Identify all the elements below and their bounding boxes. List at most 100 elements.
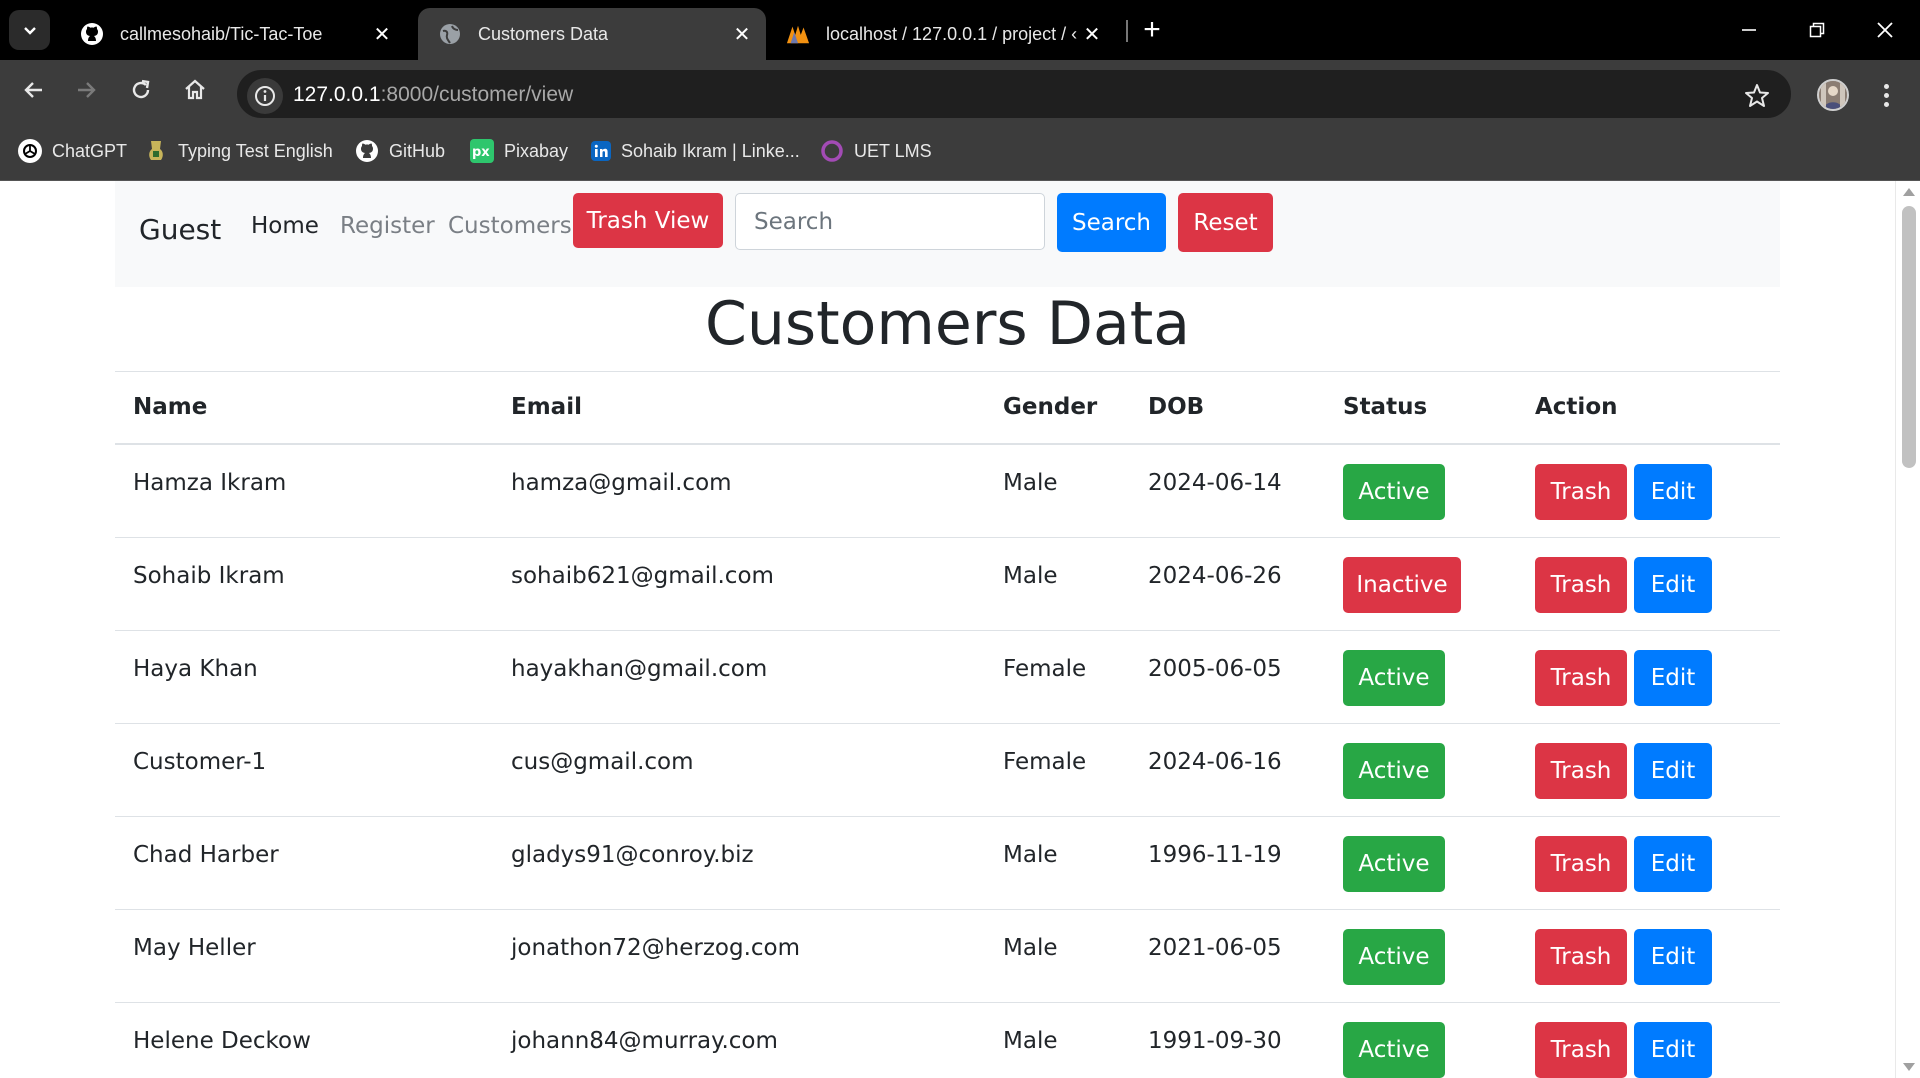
tab-github[interactable]: callmesohaib/Tic-Tac-Toe ✕ bbox=[60, 8, 406, 60]
browser-menu-button[interactable] bbox=[1874, 78, 1898, 112]
search-button[interactable]: Search bbox=[1057, 193, 1166, 252]
bookmark-label: Pixabay bbox=[504, 140, 569, 161]
trash-button[interactable]: Trash bbox=[1535, 836, 1627, 892]
cell-dob: 1996-11-19 bbox=[1148, 842, 1282, 868]
home-icon bbox=[185, 79, 205, 100]
bookmark-pixabay[interactable]: px Pixabay bbox=[470, 136, 568, 166]
scroll-down-arrow-icon[interactable] bbox=[1903, 1063, 1915, 1071]
cell-email: sohaib621@gmail.com bbox=[511, 563, 774, 589]
address-bar[interactable]: 127.0.0.1:8000/customer/view bbox=[235, 68, 1793, 120]
cell-gender: Male bbox=[1003, 935, 1058, 961]
restore-button[interactable] bbox=[1783, 0, 1851, 60]
bookmark-star-icon[interactable] bbox=[1743, 82, 1771, 110]
edit-button[interactable]: Edit bbox=[1634, 929, 1712, 985]
cell-gender: Male bbox=[1003, 1028, 1058, 1054]
status-toggle-button[interactable]: Active bbox=[1343, 464, 1445, 520]
nav-customers-link[interactable]: Customers bbox=[448, 213, 572, 239]
tab-search-button[interactable] bbox=[9, 10, 50, 50]
trash-button[interactable]: Trash bbox=[1535, 557, 1627, 613]
trash-button[interactable]: Trash bbox=[1535, 464, 1627, 520]
site-navbar: Guest Home Register Customers Trash View… bbox=[115, 181, 1780, 287]
bookmark-linkedin[interactable]: Sohaib Ikram | Linke... bbox=[591, 136, 800, 166]
cell-dob: 2024-06-26 bbox=[1148, 563, 1282, 589]
column-header-action: Action bbox=[1535, 394, 1618, 420]
status-toggle-button[interactable]: Active bbox=[1343, 650, 1445, 706]
close-window-button[interactable] bbox=[1851, 0, 1919, 60]
tab-phpmyadmin[interactable]: localhost / 127.0.0.1 / project / ‹ ✕ bbox=[766, 8, 1116, 60]
edit-button[interactable]: Edit bbox=[1634, 557, 1712, 613]
status-toggle-button[interactable]: Active bbox=[1343, 929, 1445, 985]
cell-name: Sohaib Ikram bbox=[133, 563, 285, 589]
status-toggle-button[interactable]: Active bbox=[1343, 836, 1445, 892]
cell-email: gladys91@conroy.biz bbox=[511, 842, 754, 868]
cell-gender: Male bbox=[1003, 842, 1058, 868]
nav-home-link[interactable]: Home bbox=[251, 213, 319, 239]
new-tab-button[interactable]: + bbox=[1136, 12, 1168, 48]
page-title: Customers Data bbox=[704, 289, 1191, 359]
back-arrow-icon bbox=[24, 82, 42, 98]
bookmark-typing-test[interactable]: Typing Test English bbox=[144, 136, 333, 166]
column-header-gender: Gender bbox=[1003, 394, 1098, 420]
edit-button[interactable]: Edit bbox=[1634, 650, 1712, 706]
cell-dob: 2005-06-05 bbox=[1148, 656, 1282, 682]
forward-button[interactable] bbox=[64, 68, 108, 112]
trash-button[interactable]: Trash bbox=[1535, 929, 1627, 985]
status-toggle-button[interactable]: Inactive bbox=[1343, 557, 1461, 613]
profile-avatar[interactable] bbox=[1817, 79, 1849, 111]
edit-button[interactable]: Edit bbox=[1634, 743, 1712, 799]
bookmark-label: UET LMS bbox=[854, 140, 932, 161]
site-info-icon[interactable] bbox=[247, 78, 283, 114]
bookmark-uet-lms[interactable]: UET LMS bbox=[820, 136, 932, 166]
cell-name: May Heller bbox=[133, 935, 256, 961]
reload-icon bbox=[132, 79, 150, 99]
column-header-email: Email bbox=[511, 394, 582, 420]
status-toggle-button[interactable]: Active bbox=[1343, 1022, 1445, 1078]
edit-button[interactable]: Edit bbox=[1634, 836, 1712, 892]
nav-register-link[interactable]: Register bbox=[340, 213, 435, 239]
status-toggle-button[interactable]: Active bbox=[1343, 743, 1445, 799]
table-body: Hamza Ikram hamza@gmail.com Male 2024-06-14… bbox=[115, 445, 1780, 1078]
tab-strip: callmesohaib/Tic-Tac-Toe ✕ Customers Dat… bbox=[0, 0, 1920, 60]
github-icon bbox=[80, 22, 104, 46]
reload-button[interactable] bbox=[119, 68, 163, 112]
scroll-up-arrow-icon[interactable] bbox=[1903, 188, 1915, 196]
home-button[interactable] bbox=[173, 68, 217, 112]
close-icon[interactable]: ✕ bbox=[1078, 20, 1106, 48]
page-scrollbar[interactable] bbox=[1895, 181, 1920, 1078]
edit-button[interactable]: Edit bbox=[1634, 464, 1712, 520]
navbar-brand[interactable]: Guest bbox=[139, 213, 221, 246]
trash-button[interactable]: Trash bbox=[1535, 743, 1627, 799]
tab-title: localhost / 127.0.0.1 / project / ‹ bbox=[826, 23, 1078, 44]
search-input[interactable] bbox=[735, 193, 1045, 250]
chatgpt-icon bbox=[18, 139, 42, 163]
table-row: May Heller jonathon72@herzog.com Male 2021-… bbox=[115, 910, 1780, 1003]
cell-email: hamza@gmail.com bbox=[511, 470, 732, 496]
bookmark-chatgpt[interactable]: ChatGPT bbox=[18, 136, 127, 166]
bookmark-github[interactable]: GitHub bbox=[355, 136, 445, 166]
close-icon[interactable]: ✕ bbox=[368, 20, 396, 48]
scrollbar-thumb[interactable] bbox=[1902, 206, 1916, 468]
cell-gender: Male bbox=[1003, 563, 1058, 589]
close-icon[interactable]: ✕ bbox=[728, 20, 756, 48]
tab-title: callmesohaib/Tic-Tac-Toe bbox=[120, 23, 323, 44]
table-header: Name Email Gender DOB Status Action bbox=[115, 371, 1780, 445]
cell-dob: 1991-09-30 bbox=[1148, 1028, 1282, 1054]
cell-dob: 2024-06-16 bbox=[1148, 749, 1282, 775]
trash-button[interactable]: Trash bbox=[1535, 1022, 1627, 1078]
globe-icon bbox=[438, 22, 462, 46]
close-icon bbox=[1877, 22, 1893, 38]
edit-button[interactable]: Edit bbox=[1634, 1022, 1712, 1078]
bookmark-label: Sohaib Ikram | Linke... bbox=[621, 140, 800, 161]
bookmark-label: GitHub bbox=[389, 140, 446, 161]
reset-button[interactable]: Reset bbox=[1178, 193, 1273, 252]
table-row: Hamza Ikram hamza@gmail.com Male 2024-06-14… bbox=[115, 445, 1780, 538]
minimize-button[interactable] bbox=[1715, 0, 1783, 60]
url-path: :8000/customer/view bbox=[380, 83, 574, 106]
restore-icon bbox=[1809, 22, 1825, 38]
back-button[interactable] bbox=[12, 68, 56, 112]
github-icon bbox=[355, 139, 379, 163]
tab-customers-data[interactable]: Customers Data ✕ bbox=[418, 8, 766, 60]
trash-button[interactable]: Trash bbox=[1535, 650, 1627, 706]
column-header-status: Status bbox=[1343, 394, 1428, 420]
trash-view-button[interactable]: Trash View bbox=[573, 193, 723, 248]
